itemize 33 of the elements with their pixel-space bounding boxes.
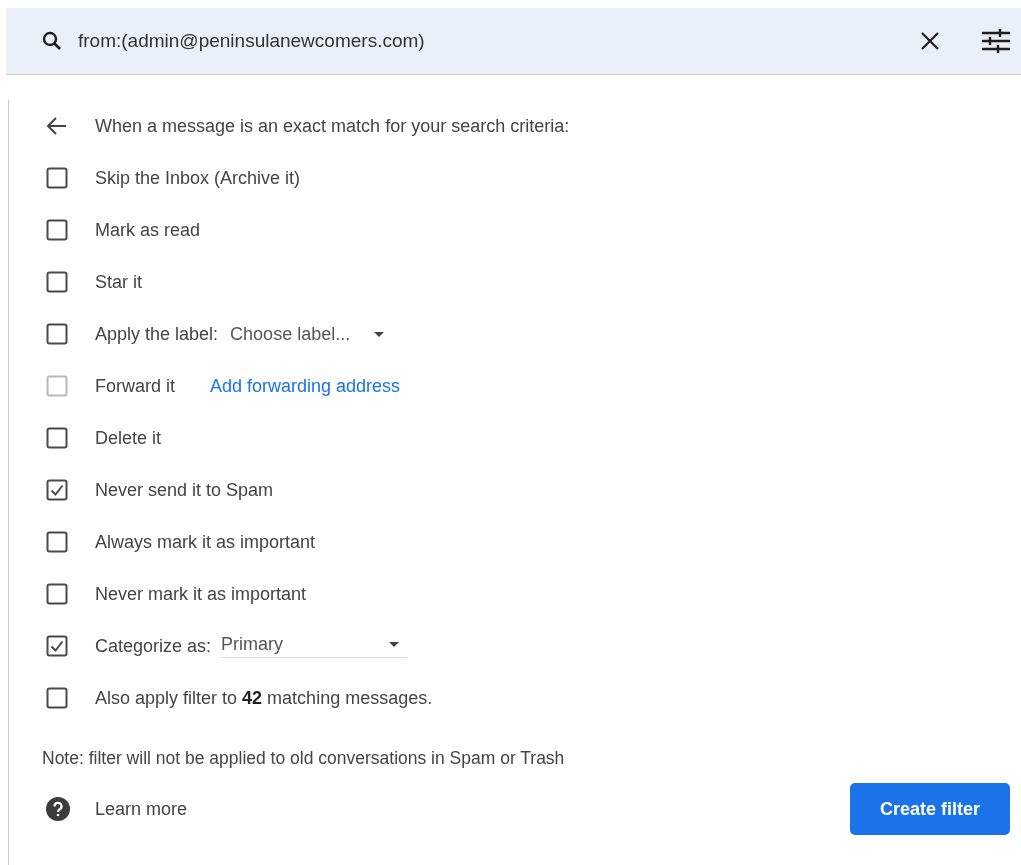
caret-icon xyxy=(374,331,385,337)
option-label: Delete it xyxy=(95,427,162,449)
option-label: Apply the label: xyxy=(95,323,219,345)
caret-icon xyxy=(389,642,400,647)
criteria-heading: When a message is an exact match for your search criteria: xyxy=(95,115,570,137)
checkbox[interactable] xyxy=(46,219,68,241)
close-icon[interactable] xyxy=(920,31,940,51)
option-label: Mark as read xyxy=(95,219,201,241)
option-label: Categorize as: xyxy=(95,635,212,657)
checkbox[interactable] xyxy=(46,583,68,605)
category-dropdown[interactable]: Primary xyxy=(221,634,408,658)
checkbox[interactable] xyxy=(46,479,68,501)
option-label: Always mark it as important xyxy=(95,531,316,553)
label-dropdown[interactable]: Choose label... xyxy=(230,323,385,345)
learn-more-link[interactable]: Learn more xyxy=(95,798,188,820)
create-filter-button[interactable]: Create filter xyxy=(850,783,1010,835)
option-label: Never mark it as important xyxy=(95,583,307,605)
checkbox[interactable] xyxy=(46,635,68,657)
option-label: Star it xyxy=(95,271,142,293)
checkbox[interactable] xyxy=(46,323,68,345)
option-label: Skip the Inbox (Archive it) xyxy=(95,167,301,189)
checkbox[interactable] xyxy=(46,167,68,189)
option-label: Forward it xyxy=(95,375,175,397)
checkbox[interactable] xyxy=(46,427,68,449)
checkbox[interactable] xyxy=(46,687,68,709)
back-icon[interactable] xyxy=(46,115,68,137)
checkbox[interactable] xyxy=(46,531,68,553)
checkbox[interactable] xyxy=(46,271,68,293)
option-label: Also apply filter to 42 matching messages. xyxy=(95,687,433,709)
help-icon[interactable] xyxy=(46,797,70,821)
settings-icon[interactable] xyxy=(982,29,1010,53)
note-text: Note: filter will not be applied to old conversations in Spam or Trash xyxy=(42,748,566,769)
option-label: Never send it to Spam xyxy=(95,479,274,501)
